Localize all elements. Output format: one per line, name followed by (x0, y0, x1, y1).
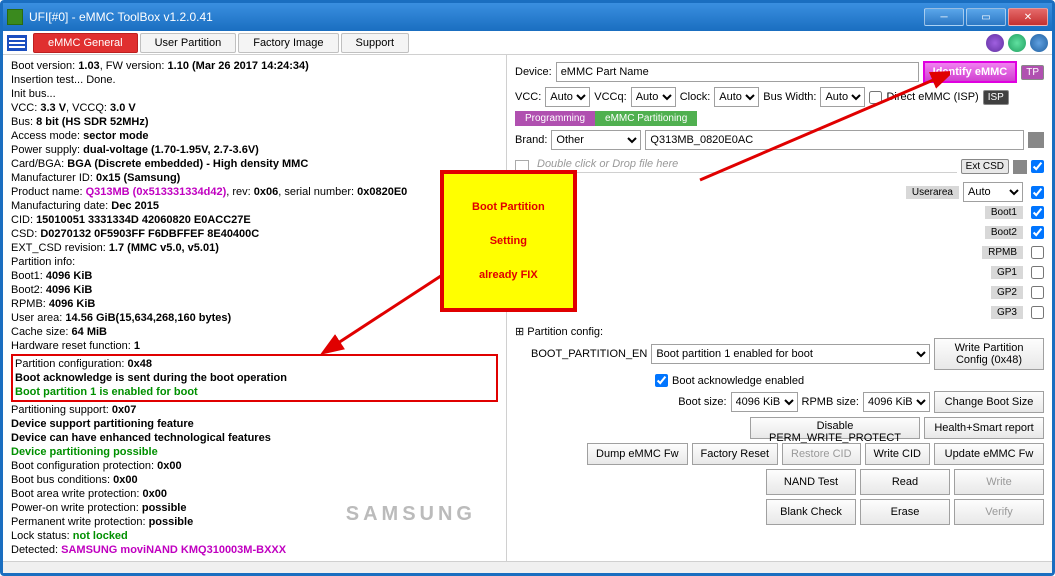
disable-perm-write-protect-button[interactable]: Disable PERM_WRITE_PROTECT (750, 417, 920, 439)
window-title: UFI[#0] - eMMC ToolBox v1.2.0.41 (29, 10, 924, 24)
nand-test-button[interactable]: NAND Test (766, 469, 856, 495)
factory-reset-button[interactable]: Factory Reset (692, 443, 778, 465)
write-button[interactable]: Write (954, 469, 1044, 495)
app-icon (7, 9, 23, 25)
titlebar: UFI[#0] - eMMC ToolBox v1.2.0.41 ─ ▭ ✕ (3, 3, 1052, 31)
menubar: eMMC General User Partition Factory Imag… (3, 31, 1052, 55)
gp2-checkbox[interactable] (1031, 286, 1044, 299)
boot1-checkbox[interactable] (1031, 206, 1044, 219)
write-partition-config-button[interactable]: Write Partition Config (0x48) (934, 338, 1044, 370)
partition-config-highlight: Partition configuration: 0x48 Boot ackno… (11, 354, 498, 402)
gp3-checkbox[interactable] (1031, 306, 1044, 319)
tab-factory-image[interactable]: Factory Image (238, 33, 338, 53)
subtab-emmc-partitioning[interactable]: eMMC Partitioning (595, 111, 697, 126)
bootsize-select[interactable]: 4096 KiB (731, 392, 798, 412)
menu-icon[interactable] (7, 35, 27, 51)
device-label: Device: (515, 66, 552, 78)
globe-icon[interactable] (986, 34, 1004, 52)
write-cid-button[interactable]: Write CID (865, 443, 930, 465)
gp1-checkbox[interactable] (1031, 266, 1044, 279)
tab-emmc-general[interactable]: eMMC General (33, 33, 138, 53)
extcsd-checkbox[interactable] (1031, 160, 1044, 173)
tab-user-partition[interactable]: User Partition (140, 33, 237, 53)
settings-icon[interactable] (1030, 34, 1048, 52)
dump-emmc-fw-button[interactable]: Dump eMMC Fw (587, 443, 688, 465)
health-smart-button[interactable]: Health+Smart report (924, 417, 1044, 439)
boot2-checkbox[interactable] (1031, 226, 1044, 239)
disk-icon[interactable] (1013, 160, 1027, 174)
subtab-programming[interactable]: Programming (515, 111, 595, 126)
save-icon[interactable] (1028, 132, 1044, 148)
arrow-annotation-right (690, 70, 950, 190)
vcc-select[interactable]: Auto (545, 87, 590, 107)
brand-select[interactable]: Other (551, 130, 641, 150)
erase-button[interactable]: Erase (860, 499, 950, 525)
statusbar (3, 561, 1052, 573)
verify-button[interactable]: Verify (954, 499, 1044, 525)
rpmbsize-select[interactable]: 4096 KiB (863, 392, 930, 412)
annotation-box: Boot PartitionSettingalready FIX (440, 170, 577, 312)
minimize-button[interactable]: ─ (924, 8, 964, 26)
read-button[interactable]: Read (860, 469, 950, 495)
tp-badge[interactable]: TP (1021, 65, 1044, 80)
blank-check-button[interactable]: Blank Check (766, 499, 856, 525)
maximize-button[interactable]: ▭ (966, 8, 1006, 26)
rpmb-checkbox[interactable] (1031, 246, 1044, 259)
vccq-select[interactable]: Auto (631, 87, 676, 107)
samsung-watermark: SAMSUNG (346, 507, 476, 521)
close-button[interactable]: ✕ (1008, 8, 1048, 26)
arrow-annotation-left (320, 260, 460, 360)
boot-ack-checkbox[interactable] (655, 374, 668, 387)
update-emmc-fw-button[interactable]: Update eMMC Fw (934, 443, 1044, 465)
restore-cid-button[interactable]: Restore CID (782, 443, 861, 465)
boot-partition-en-select[interactable]: Boot partition 1 enabled for boot (651, 344, 930, 364)
userarea-select[interactable]: Auto (963, 182, 1023, 202)
tab-support[interactable]: Support (341, 33, 410, 53)
change-boot-size-button[interactable]: Change Boot Size (934, 391, 1044, 413)
extcsd-badge[interactable]: Ext CSD (961, 159, 1009, 174)
userarea-checkbox[interactable] (1031, 186, 1044, 199)
isp-badge[interactable]: ISP (983, 90, 1009, 105)
refresh-icon[interactable] (1008, 34, 1026, 52)
